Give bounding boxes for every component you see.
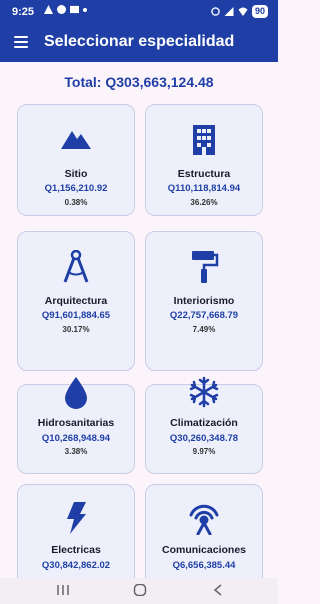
snowflake-icon	[146, 376, 262, 410]
card-amount: Q10,268,948.94	[41, 433, 111, 444]
specialty-card-interiorismo[interactable]: Interiorismo Q22,757,668.79 7.49%	[145, 231, 263, 371]
alarm-icon	[211, 7, 220, 16]
card-amount: Q91,601,884.65	[41, 310, 111, 321]
notification-icons	[44, 5, 87, 14]
paint-roller-icon	[146, 250, 262, 284]
card-percent: 9.97%	[192, 447, 216, 456]
card-amount: Q22,757,668.79	[169, 310, 239, 321]
card-name: Sitio	[64, 168, 88, 180]
system-nav-bar	[0, 578, 278, 604]
back-button[interactable]	[213, 583, 223, 599]
messenger-icon	[57, 5, 66, 14]
card-name: Hidrosanitarias	[37, 417, 115, 429]
card-percent: 7.49%	[192, 325, 216, 334]
card-name: Estructura	[177, 168, 231, 180]
card-percent: 0.38%	[64, 198, 88, 207]
specialty-card-sitio[interactable]: Sitio Q1,156,210.92 0.38%	[17, 104, 135, 216]
water-drop-icon	[18, 376, 134, 410]
battery-icon: 90	[251, 5, 268, 18]
mountain-icon	[18, 123, 134, 157]
compass-icon	[18, 250, 134, 284]
app-bar: Seleccionar especialidad	[0, 24, 278, 62]
gallery-icon	[70, 5, 79, 14]
card-name: Comunicaciones	[161, 544, 247, 556]
warning-icon	[44, 5, 53, 14]
lightning-icon	[18, 501, 134, 535]
dot-icon	[83, 7, 87, 12]
specialty-card-arquitectura[interactable]: Arquitectura Q91,601,884.65 30.17%	[17, 231, 135, 371]
card-name: Climatización	[170, 417, 238, 429]
status-time: 9:25	[12, 6, 35, 18]
card-percent: 30.17%	[62, 325, 90, 334]
card-percent: 3.38%	[64, 447, 88, 456]
card-amount: Q110,118,814.94	[167, 183, 241, 194]
specialty-card-climatizacion[interactable]: Climatización Q30,260,348.78 9.97%	[145, 376, 263, 474]
specialty-card-hidrosanitarias[interactable]: Hidrosanitarias Q10,268,948.94 3.38%	[17, 377, 135, 474]
card-name: Arquitectura	[44, 295, 108, 307]
card-percent: 36.26%	[190, 198, 218, 207]
wifi-icon	[238, 7, 248, 16]
menu-icon[interactable]	[14, 36, 28, 48]
home-button[interactable]	[133, 583, 147, 599]
specialty-card-estructura[interactable]: Estructura Q110,118,814.94 36.26%	[145, 104, 263, 216]
status-bar: 9:25 90	[0, 0, 278, 24]
card-amount: Q30,260,348.78	[169, 433, 239, 444]
antenna-icon	[146, 501, 262, 535]
page-title: Seleccionar especialidad	[44, 33, 235, 50]
total-amount: Total: Q303,663,124.48	[64, 74, 214, 90]
system-icons: 90	[211, 5, 268, 18]
card-amount: Q30,842,862.02	[41, 560, 111, 571]
card-name: Interiorismo	[173, 295, 235, 307]
card-amount: Q6,656,385.44	[172, 560, 236, 571]
card-name: Electricas	[51, 544, 101, 556]
signal-icon	[224, 7, 234, 16]
building-icon	[146, 123, 262, 157]
card-amount: Q1,156,210.92	[44, 183, 108, 194]
recent-apps-button[interactable]	[56, 583, 70, 599]
